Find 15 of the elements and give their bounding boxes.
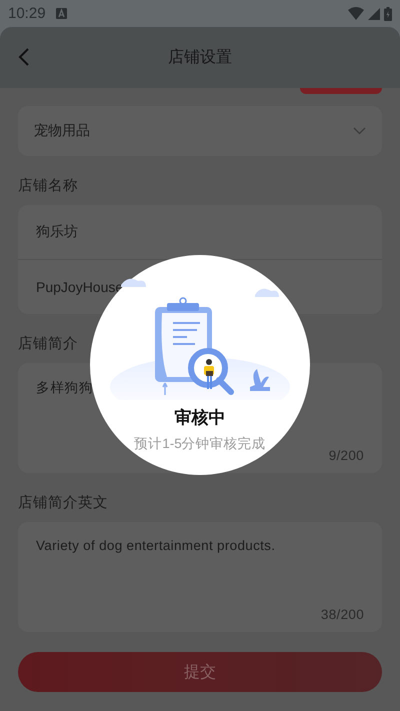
status-time: 10:29: [8, 5, 46, 22]
field-label: 店铺简介英文: [18, 494, 109, 512]
input-field[interactable]: 狗乐坊: [18, 205, 382, 259]
submit-button[interactable]: 提交: [18, 652, 382, 692]
field-label: 店铺简介: [18, 334, 79, 353]
field-label: 店铺名称: [18, 176, 79, 195]
signal-icon: [368, 8, 380, 20]
category-select[interactable]: 宠物用品: [18, 106, 382, 156]
chevron-down-icon: [353, 127, 366, 135]
wifi-icon: [348, 7, 364, 20]
back-icon[interactable]: [18, 48, 30, 66]
dialog-title: 审核中: [174, 407, 226, 429]
keyboard-a-icon: [56, 8, 67, 19]
battery-icon: [384, 6, 392, 20]
dialog-subtitle: 预计1-5分钟审核完成: [134, 435, 266, 453]
